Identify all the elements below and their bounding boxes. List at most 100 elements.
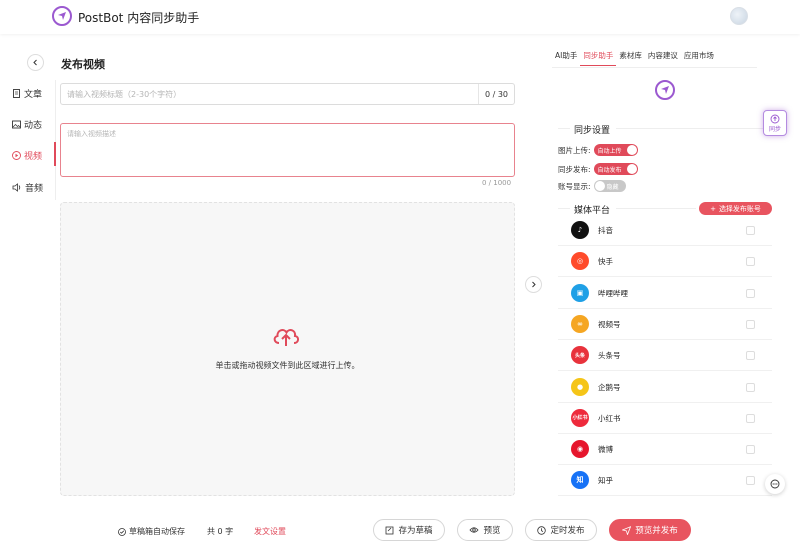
draft-icon <box>386 526 394 534</box>
platform-row[interactable]: ♪ 抖音 <box>558 215 772 246</box>
section-divider <box>558 128 570 129</box>
play-icon <box>12 150 21 160</box>
toggle-knob <box>626 164 637 174</box>
account-display-toggle[interactable]: 隐藏 <box>593 180 626 192</box>
post-settings-link[interactable]: 发文设置 <box>254 526 286 537</box>
postbot-logo-icon[interactable] <box>52 6 72 26</box>
plus-icon: + <box>710 204 716 213</box>
eye-icon <box>469 527 480 533</box>
platform-checkbox[interactable] <box>746 351 755 361</box>
douyin-icon: ♪ <box>571 221 589 239</box>
select-account-label: 选择发布账号 <box>718 204 761 213</box>
speaker-icon <box>12 182 22 192</box>
nav-item-label: 音频 <box>25 183 44 194</box>
nav-divider <box>55 80 56 200</box>
nav-item-video[interactable]: 视频 <box>12 145 42 165</box>
send-icon <box>622 525 632 535</box>
xiaohongshu-icon: 小红书 <box>571 408 589 427</box>
setting-label: 同步发布: <box>558 164 591 174</box>
sync-settings-title: 同步设置 <box>574 126 611 136</box>
tab-sync-assistant[interactable]: 同步助手 <box>580 50 617 66</box>
tab-app-market[interactable]: 应用市场 <box>681 50 717 66</box>
platform-name: 哔哩哔哩 <box>598 288 628 298</box>
platform-name: 微博 <box>598 445 613 455</box>
back-button[interactable] <box>27 54 44 71</box>
platform-checkbox[interactable] <box>746 476 755 486</box>
platform-name: 头条号 <box>598 351 621 361</box>
video-title-input[interactable]: 请输入视频标题（2-30个字符） 0 / 30 <box>60 83 515 105</box>
tab-content-suggestions[interactable]: 内容建议 <box>645 50 681 66</box>
toggle-text: 自动上传 <box>597 148 622 155</box>
preview-and-publish-button[interactable]: 预览并发布 <box>609 519 691 541</box>
document-icon <box>12 88 21 98</box>
sync-float-button[interactable]: 同步 <box>763 110 787 136</box>
save-draft-button[interactable]: 存为草稿 <box>373 519 445 541</box>
user-avatar[interactable] <box>730 7 748 25</box>
toutiao-icon: 头条 <box>571 346 589 365</box>
setting-image-upload: 图片上传: 自动上传 <box>558 143 638 157</box>
platform-name: 企鹅号 <box>598 382 621 392</box>
save-draft-label: 存为草稿 <box>398 526 433 536</box>
tab-material-library[interactable]: 素材库 <box>616 50 645 66</box>
nav-active-indicator <box>54 142 56 166</box>
page-title: 发布视频 <box>61 58 105 71</box>
select-account-button[interactable]: + 选择发布账号 <box>699 202 772 215</box>
setting-sync-publish: 同步发布: 自动发布 <box>558 162 638 176</box>
post-settings-label: 发文设置 <box>254 527 286 536</box>
platform-row[interactable]: 知知乎 <box>558 465 772 497</box>
video-description-placeholder: 请输入视频描述 <box>67 130 116 138</box>
word-count-text: 共 0 字 <box>207 527 234 536</box>
nav-item-dynamic[interactable]: 动态 <box>12 114 42 134</box>
image-icon <box>12 120 21 129</box>
platform-row[interactable]: ∞ 视频号 <box>558 309 772 340</box>
platform-checkbox[interactable] <box>746 319 755 329</box>
chat-bubble-icon <box>770 479 780 489</box>
video-title-placeholder: 请输入视频标题（2-30个字符） <box>67 90 182 99</box>
chevron-right-icon <box>532 281 536 288</box>
platform-name: 视频号 <box>598 319 621 329</box>
platform-row[interactable]: 头条 头条号 <box>558 340 772 372</box>
platform-name: 小红书 <box>598 413 621 423</box>
nav-item-label: 文章 <box>24 89 43 100</box>
tab-ai-assistant[interactable]: AI助手 <box>552 50 580 66</box>
check-circle-icon <box>118 527 126 536</box>
setting-account-display: 账号显示: 隐藏 <box>558 179 626 193</box>
platform-row[interactable]: ● 企鹅号 <box>558 372 772 403</box>
platform-row[interactable]: ▣ 哔哩哔哩 <box>558 278 772 309</box>
chat-float-button[interactable] <box>765 474 785 494</box>
toggle-panel-button[interactable] <box>525 276 542 293</box>
platform-checkbox[interactable] <box>746 445 755 455</box>
kuaishou-icon: ◎ <box>571 252 589 271</box>
channels-icon: ∞ <box>571 314 589 333</box>
app-title: PostBot 内容同步助手 <box>78 11 200 25</box>
toggle-knob <box>594 181 605 191</box>
platform-checkbox[interactable] <box>746 257 755 267</box>
platform-checkbox[interactable] <box>746 288 755 298</box>
platform-checkbox[interactable] <box>746 226 755 235</box>
section-divider <box>558 208 570 209</box>
nav-item-audio[interactable]: 音频 <box>12 177 43 197</box>
platform-row[interactable]: ◎ 快手 <box>558 246 772 278</box>
nav-item-article[interactable]: 文章 <box>12 83 42 103</box>
preview-button[interactable]: 预览 <box>457 519 513 541</box>
platform-checkbox[interactable] <box>746 382 755 392</box>
setting-label: 图片上传: <box>558 145 591 155</box>
penguin-icon: ● <box>571 377 589 396</box>
bilibili-icon: ▣ <box>571 283 589 302</box>
platform-checkbox[interactable] <box>746 413 755 423</box>
description-char-count: 0 / 1000 <box>482 179 512 187</box>
cloud-upload-icon <box>271 324 301 351</box>
image-upload-toggle[interactable]: 自动上传 <box>593 144 638 156</box>
app-header: PostBot 内容同步助手 <box>0 0 800 34</box>
schedule-publish-button[interactable]: 定时发布 <box>525 519 597 541</box>
publish-label: 预览并发布 <box>635 526 678 536</box>
sync-publish-toggle[interactable]: 自动发布 <box>593 163 638 175</box>
postbot-panel-logo-icon <box>655 80 675 100</box>
section-divider <box>616 208 696 209</box>
platform-row[interactable]: ◉ 微博 <box>558 434 772 466</box>
word-count: 共 0 字 <box>207 526 233 537</box>
toggle-knob <box>626 145 637 155</box>
sync-float-label: 同步 <box>768 125 781 133</box>
platform-row[interactable]: 小红书 小红书 <box>558 403 772 434</box>
video-description-input[interactable]: 请输入视频描述 <box>60 123 515 177</box>
